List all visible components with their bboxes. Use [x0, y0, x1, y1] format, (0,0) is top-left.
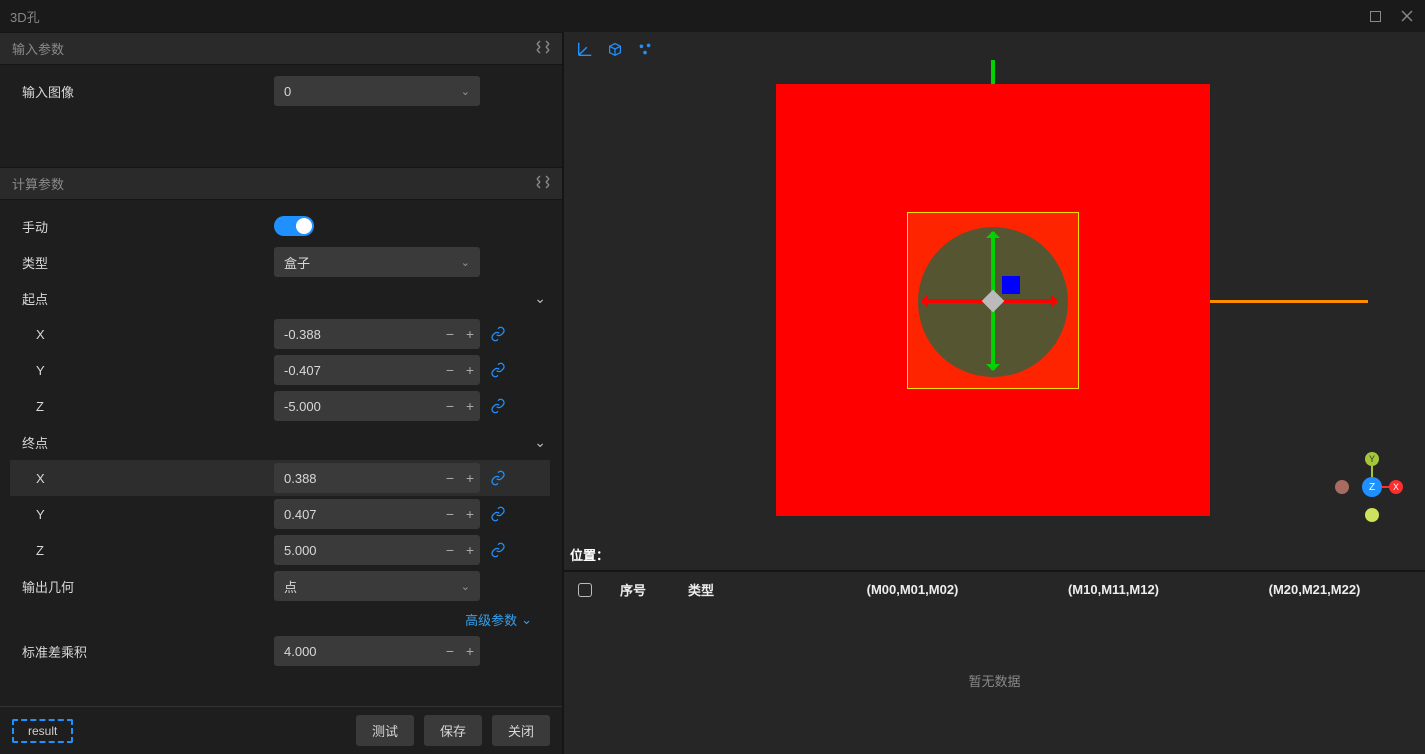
end-label: 终点 — [14, 433, 274, 452]
window-maximize-button[interactable] — [1367, 8, 1383, 24]
calc-params-header[interactable]: 计算参数 — [0, 167, 562, 200]
manual-label: 手动 — [14, 217, 274, 236]
col-m2: (M20,M21,M22) — [1218, 582, 1411, 597]
top-arrow — [991, 60, 995, 84]
gizmo-x[interactable]: X — [1389, 480, 1403, 494]
table-header: 序号 类型 (M00,M01,M02) (M10,M11,M12) (M20,M… — [564, 572, 1425, 607]
increment-button[interactable]: + — [460, 326, 480, 342]
chevron-down-icon: ⌄ — [461, 256, 470, 269]
window-close-button[interactable] — [1399, 8, 1415, 24]
type-label: 类型 — [14, 253, 274, 272]
axis-y-label: Y — [14, 507, 274, 522]
collapse-icon[interactable] — [536, 175, 550, 192]
data-table-region: 序号 类型 (M00,M01,M02) (M10,M11,M12) (M20,M… — [564, 570, 1425, 754]
decrement-button[interactable]: − — [440, 398, 460, 414]
3d-viewport[interactable]: 位置： X Y Z — [564, 66, 1425, 570]
position-label: 位置： — [570, 545, 609, 564]
decrement-button[interactable]: − — [440, 542, 460, 558]
gizmo-y[interactable]: Y — [1365, 452, 1379, 466]
chevron-down-icon: ⌄ — [534, 434, 546, 451]
increment-button[interactable]: + — [460, 362, 480, 378]
axis-z-label: Z — [14, 399, 274, 414]
start-y-input[interactable]: -0.407 − + — [274, 355, 480, 385]
end-y-input[interactable]: 0.407 − + — [274, 499, 480, 529]
output-geom-select[interactable]: 点 ⌄ — [274, 571, 480, 601]
link-icon[interactable] — [488, 326, 508, 342]
output-geom-label: 输出几何 — [14, 577, 274, 596]
collapse-icon[interactable] — [536, 40, 550, 57]
axis-x-label: X — [14, 471, 274, 486]
axis-x-label: X — [14, 327, 274, 342]
chevron-down-icon: ⌄ — [534, 290, 546, 307]
points-icon[interactable] — [636, 40, 654, 58]
decrement-button[interactable]: − — [440, 326, 460, 342]
test-button[interactable]: 测试 — [356, 715, 414, 746]
start-z-input[interactable]: -5.000 − + — [274, 391, 480, 421]
horizon-line — [1210, 300, 1368, 303]
col-m1: (M10,M11,M12) — [1017, 582, 1210, 597]
close-button[interactable]: 关闭 — [492, 715, 550, 746]
increment-button[interactable]: + — [460, 398, 480, 414]
title-bar: 3D孔 — [0, 0, 1425, 32]
type-select[interactable]: 盒子 ⌄ — [274, 247, 480, 277]
stddev-input[interactable]: 4.000 − + — [274, 636, 480, 666]
window-title: 3D孔 — [10, 7, 1367, 26]
link-icon[interactable] — [488, 362, 508, 378]
axis-y-label: Y — [14, 363, 274, 378]
view-orientation-gizmo[interactable]: X Y Z — [1335, 450, 1407, 528]
col-type: 类型 — [688, 580, 808, 599]
link-icon[interactable] — [488, 506, 508, 522]
link-icon[interactable] — [488, 398, 508, 414]
stddev-label: 标准差乘积 — [14, 642, 274, 661]
start-x-input[interactable]: -0.388 − + — [274, 319, 480, 349]
start-group-header[interactable]: 起点 ⌄ — [10, 280, 550, 316]
chevron-down-icon: ⌄ — [461, 580, 470, 593]
col-seq: 序号 — [620, 580, 680, 599]
select-all-checkbox[interactable] — [578, 583, 592, 597]
panel-footer: result 测试 保存 关闭 — [0, 706, 562, 754]
cube-icon[interactable] — [606, 40, 624, 58]
link-icon[interactable] — [488, 470, 508, 486]
input-image-select[interactable]: 0 ⌄ — [274, 76, 480, 106]
chevron-down-icon: ⌄ — [461, 85, 470, 98]
chevron-down-icon: ⌄ — [521, 612, 532, 628]
input-params-title: 输入参数 — [12, 39, 64, 58]
decrement-button[interactable]: − — [440, 506, 460, 522]
end-z-input[interactable]: 5.000 − + — [274, 535, 480, 565]
decrement-button[interactable]: − — [440, 362, 460, 378]
input-image-label: 输入图像 — [14, 82, 274, 101]
decrement-button[interactable]: − — [440, 470, 460, 486]
increment-button[interactable]: + — [460, 643, 480, 659]
viewport-panel: 位置： X Y Z 序号 类型 (M00,M01,M02) (M10,M11,M… — [564, 32, 1425, 754]
result-pill[interactable]: result — [12, 719, 73, 743]
table-empty-message: 暂无数据 — [564, 607, 1425, 754]
increment-button[interactable]: + — [460, 542, 480, 558]
end-x-input[interactable]: 0.388 − + — [274, 463, 480, 493]
decrement-button[interactable]: − — [440, 643, 460, 659]
save-button[interactable]: 保存 — [424, 715, 482, 746]
gizmo-neg-x[interactable] — [1335, 480, 1349, 494]
calc-params-title: 计算参数 — [12, 174, 64, 193]
input-params-header[interactable]: 输入参数 — [0, 32, 562, 65]
manual-toggle[interactable] — [274, 216, 314, 236]
axis-z-label: Z — [14, 543, 274, 558]
end-group-header[interactable]: 终点 ⌄ — [10, 424, 550, 460]
advanced-params-link[interactable]: 高级参数 ⌄ — [10, 604, 550, 633]
col-m0: (M00,M01,M02) — [816, 582, 1009, 597]
increment-button[interactable]: + — [460, 506, 480, 522]
gizmo-z[interactable]: Z — [1362, 477, 1382, 497]
parameters-panel: 输入参数 输入图像 0 ⌄ 计算参数 — [0, 32, 564, 754]
link-icon[interactable] — [488, 542, 508, 558]
gizmo-xy-plane[interactable] — [1002, 276, 1020, 294]
gizmo-y-axis-neg[interactable] — [991, 304, 995, 370]
increment-button[interactable]: + — [460, 470, 480, 486]
axes-icon[interactable] — [576, 40, 594, 58]
gizmo-neg-y[interactable] — [1365, 508, 1379, 522]
start-label: 起点 — [14, 289, 274, 308]
